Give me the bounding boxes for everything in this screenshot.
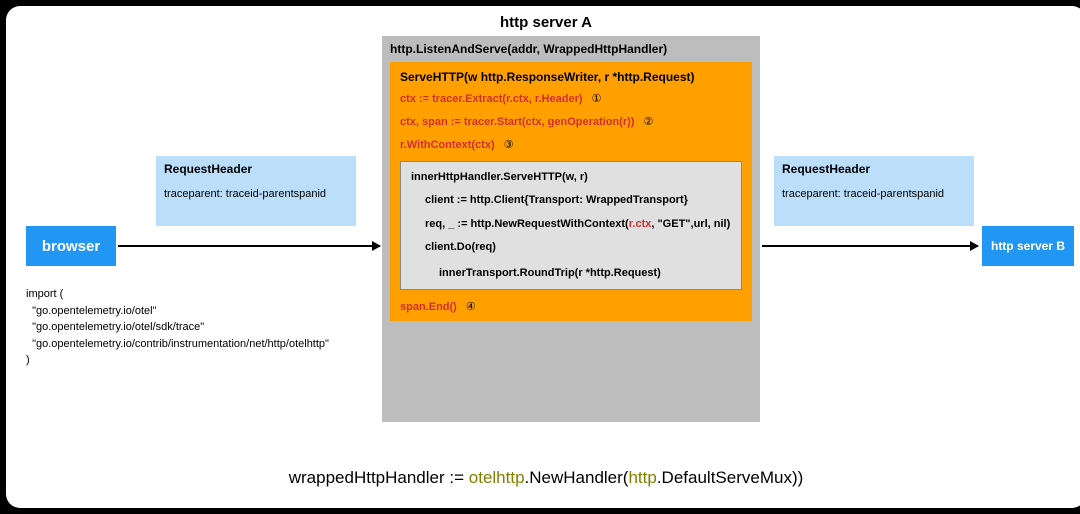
request-header-1-line: traceparent: traceid-parentspanid: [164, 188, 348, 200]
arrow-browser-to-server-a: [118, 245, 380, 247]
with-context-code: r.WithContext(ctx): [400, 139, 495, 151]
bottom-http: http: [628, 468, 656, 487]
step-1-icon: ①: [592, 93, 602, 105]
span-end-code: span.End(): [400, 301, 457, 313]
request-header-2: RequestHeader traceparent: traceid-paren…: [774, 156, 974, 226]
request-header-2-title: RequestHeader: [782, 162, 966, 176]
servehttp-title: ServeHTTP(w http.ResponseWriter, r *http…: [400, 70, 742, 84]
import-block: import ( "go.opentelemetry.io/otel" "go.…: [26, 286, 329, 369]
bottom-p1: wrappedHttpHandler :=: [289, 468, 469, 487]
import-line-2: "go.opentelemetry.io/otel/sdk/trace": [26, 319, 329, 336]
step-3-icon: ③: [504, 139, 514, 151]
server-b-box: http server B: [982, 226, 1074, 266]
step-2-icon: ②: [643, 116, 653, 128]
wrapped-handler-code: wrappedHttpHandler := otelhttp.NewHandle…: [6, 468, 1080, 488]
extract-code: ctx := tracer.Extract(r.ctx, r.Header): [400, 93, 583, 105]
new-request-post: , "GET",url, nil): [651, 218, 730, 230]
servehttp-box: ServeHTTP(w http.ResponseWriter, r *http…: [390, 62, 752, 321]
extract-line: ctx := tracer.Extract(r.ctx, r.Header) ①: [400, 92, 742, 105]
browser-label: browser: [42, 238, 100, 255]
client-do-line: client.Do(req): [411, 240, 731, 255]
server-b-label: http server B: [991, 239, 1065, 253]
rctx-highlight: r.ctx: [629, 218, 652, 230]
step-4-icon: ④: [466, 301, 476, 313]
diagram-canvas: http server A browser RequestHeader trac…: [6, 6, 1080, 508]
span-end-line: span.End() ④: [400, 300, 742, 313]
with-context-line: r.WithContext(ctx) ③: [400, 138, 742, 151]
request-header-2-line: traceparent: traceid-parentspanid: [782, 188, 966, 200]
bottom-otelhttp: otelhttp: [469, 468, 525, 487]
request-header-1-title: RequestHeader: [164, 162, 348, 176]
new-request-pre: req, _ := http.NewRequestWithContext(: [425, 218, 629, 230]
tracer-start-code: ctx, span := tracer.Start(ctx, genOperat…: [400, 116, 634, 128]
client-decl-line: client := http.Client{Transport: Wrapped…: [411, 193, 731, 208]
roundtrip-line: innerTransport.RoundTrip(r *http.Request…: [411, 266, 731, 281]
new-request-line: req, _ := http.NewRequestWithContext(r.c…: [411, 217, 731, 232]
inner-handler-box: innerHttpHandler.ServeHTTP(w, r) client …: [400, 161, 742, 290]
bottom-p5: .DefaultServeMux)): [657, 468, 803, 487]
tracer-start-line: ctx, span := tracer.Start(ctx, genOperat…: [400, 115, 742, 128]
import-line-1: "go.opentelemetry.io/otel": [26, 303, 329, 320]
import-close: ): [26, 352, 329, 369]
import-line-3: "go.opentelemetry.io/contrib/instrumenta…: [26, 336, 329, 353]
import-open: import (: [26, 286, 329, 303]
browser-box: browser: [26, 226, 116, 266]
listen-and-serve-title: http.ListenAndServe(addr, WrappedHttpHan…: [390, 42, 752, 56]
listen-and-serve-box: http.ListenAndServe(addr, WrappedHttpHan…: [382, 36, 760, 422]
arrow-server-a-to-server-b: [762, 245, 978, 247]
diagram-title: http server A: [6, 14, 1080, 31]
inner-servehttp-line: innerHttpHandler.ServeHTTP(w, r): [411, 170, 731, 185]
request-header-1: RequestHeader traceparent: traceid-paren…: [156, 156, 356, 226]
bottom-p3: .NewHandler(: [525, 468, 629, 487]
